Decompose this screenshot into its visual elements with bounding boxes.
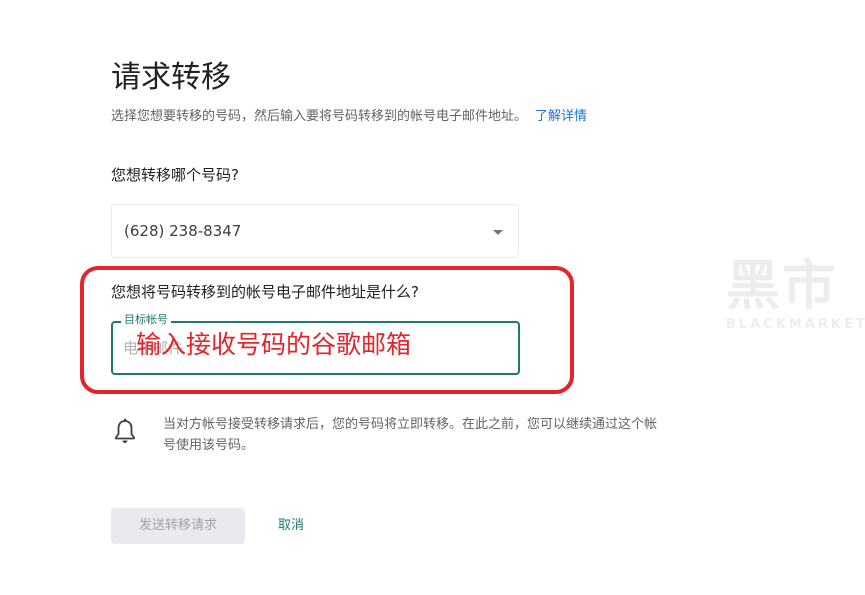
- email-input[interactable]: [123, 336, 503, 360]
- target-account-field[interactable]: 目标帐号: [111, 313, 520, 375]
- page-title: 请求转移: [111, 60, 231, 95]
- subtitle-text: 选择您想要转移的号码，然后输入要将号码转移到的帐号电子邮件地址。: [111, 109, 528, 124]
- number-dropdown[interactable]: (628) 238-8347: [111, 204, 519, 258]
- selected-number: (628) 238-8347: [124, 222, 242, 240]
- page-subtitle: 选择您想要转移的号码，然后输入要将号码转移到的帐号电子邮件地址。 了解详情: [111, 108, 587, 126]
- email-question-label: 您想将号码转移到的帐号电子邮件地址是什么?: [111, 283, 419, 301]
- send-transfer-request-button[interactable]: 发送转移请求: [111, 508, 245, 544]
- number-question-label: 您想转移哪个号码?: [111, 166, 239, 184]
- watermark-subtitle: BLACKMARKET: [726, 317, 865, 332]
- watermark-logo: 黑市 BLACKMARKET: [726, 254, 865, 345]
- dropdown-arrow-icon: [493, 230, 503, 235]
- learn-more-link[interactable]: 了解详情: [535, 109, 587, 124]
- watermark-title: 黑市: [726, 254, 838, 317]
- bell-icon: [115, 418, 135, 443]
- notice-text: 当对方帐号接受转移请求后，您的号码将立即转移。在此之前，您可以继续通过这个帐号使…: [163, 417, 658, 453]
- target-account-label: 目标帐号: [121, 313, 171, 327]
- cancel-button[interactable]: 取消: [266, 508, 316, 544]
